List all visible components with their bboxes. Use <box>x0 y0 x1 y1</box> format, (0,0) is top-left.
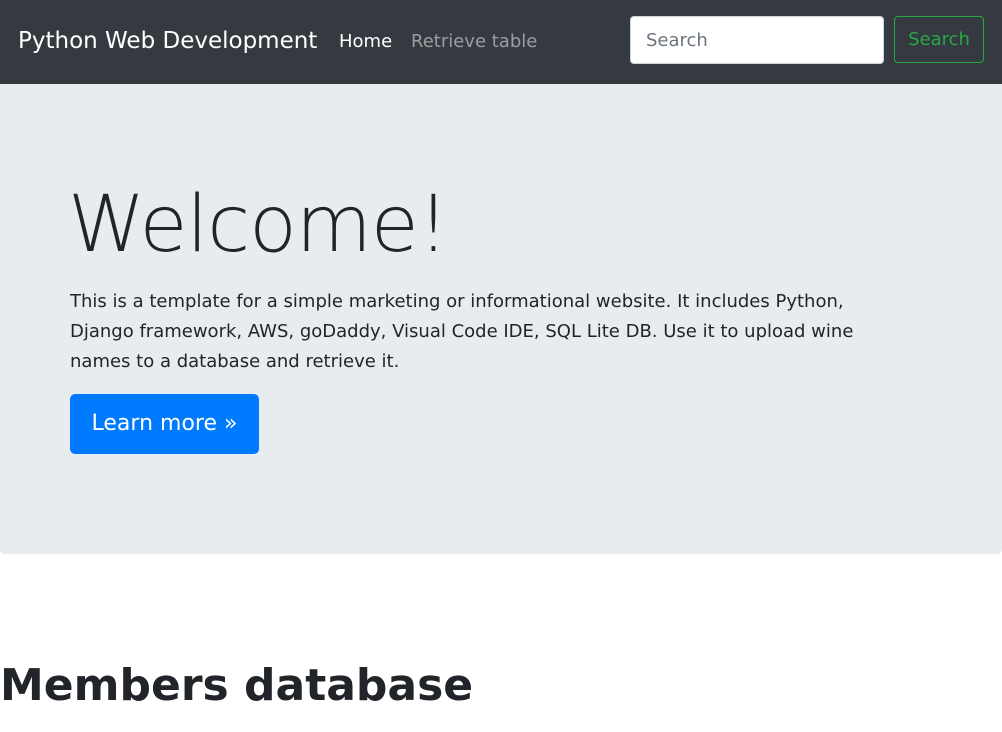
hero-title: Welcome! <box>68 180 449 270</box>
search-button[interactable]: Search <box>894 16 984 63</box>
search-input[interactable] <box>630 16 884 64</box>
hero-description: This is a template for a simple marketin… <box>70 291 854 372</box>
nav-link-retrieve-table[interactable]: Retrieve table <box>411 30 537 54</box>
navbar-brand[interactable]: Python Web Development <box>18 26 317 56</box>
nav-link-home[interactable]: Home <box>339 30 392 54</box>
hero-jumbotron: Welcome! This is a template for a simple… <box>0 84 1002 554</box>
learn-more-button[interactable]: Learn more » <box>70 394 259 454</box>
members-database-heading: Members database <box>0 660 474 711</box>
top-navbar: Python Web Development Home Retrieve tab… <box>0 0 1002 84</box>
